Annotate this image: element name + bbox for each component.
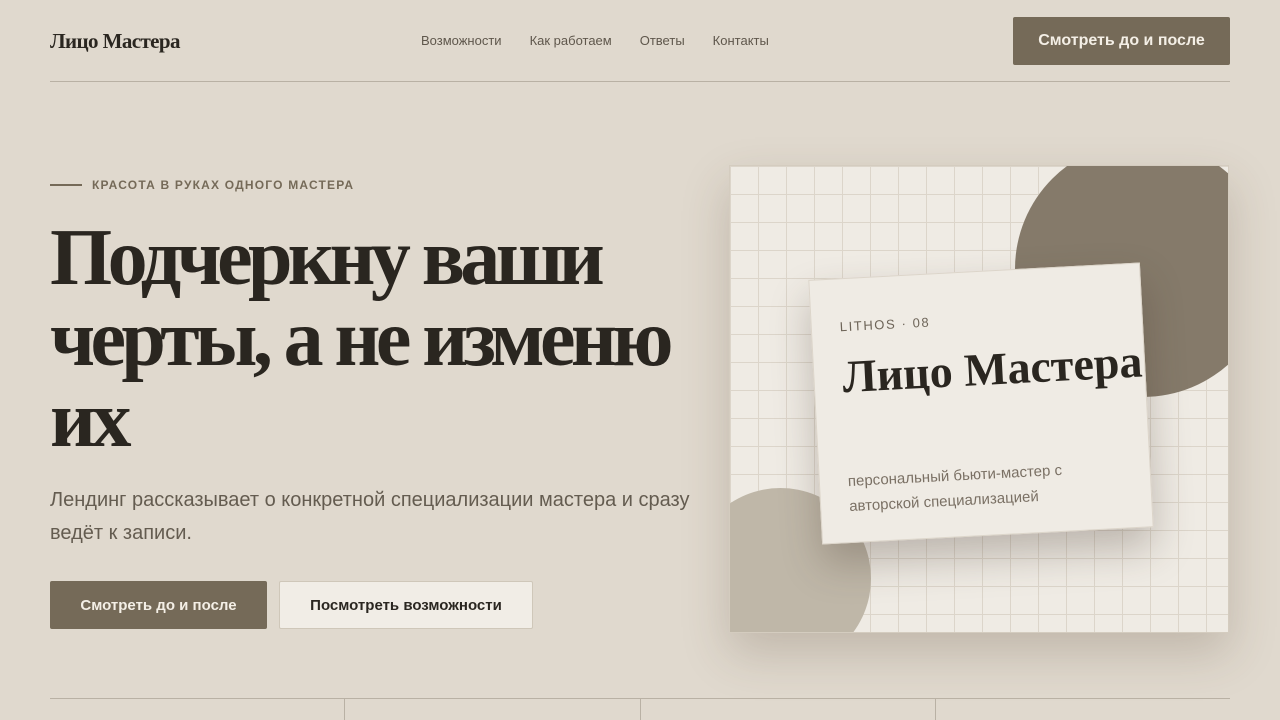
before-after-button[interactable]: Смотреть до и после	[50, 581, 267, 629]
eyebrow-line	[50, 184, 82, 186]
feature-cell	[936, 699, 1230, 720]
nav-link-contacts[interactable]: Контакты	[713, 33, 769, 48]
nav-link-how-we-work[interactable]: Как работаем	[530, 33, 612, 48]
eyebrow-text: КРАСОТА В РУКАХ ОДНОГО МАСТЕРА	[92, 178, 355, 192]
hero-visual: LITHOS · 08 Лицо Мастера персональный бь…	[729, 165, 1229, 633]
main-nav: Возможности Как работаем Ответы Контакты	[421, 33, 797, 48]
nav-link-answers[interactable]: Ответы	[640, 33, 685, 48]
hero-eyebrow: КРАСОТА В РУКАХ ОДНОГО МАСТЕРА	[50, 178, 354, 192]
nav-link-features[interactable]: Возможности	[421, 33, 502, 48]
feature-cell	[50, 699, 346, 720]
card-description: персональный бьюти-мастер с авторской сп…	[847, 461, 1063, 516]
brand-card: LITHOS · 08 Лицо Мастера персональный бь…	[808, 262, 1154, 545]
site-header: Лицо Мастера Возможности Как работаем От…	[50, 0, 1230, 82]
site-logo[interactable]: Лицо Мастера	[50, 29, 180, 54]
hero-subtitle: Лендинг рассказывает о конкретной специа…	[50, 489, 690, 544]
header-before-after-button[interactable]: Смотреть до и после	[1013, 17, 1230, 65]
feature-cell	[345, 699, 641, 720]
card-title: Лицо Мастера	[841, 335, 1144, 403]
features-strip	[50, 698, 1230, 720]
card-tag: LITHOS · 08	[839, 314, 931, 335]
feature-cell	[641, 699, 936, 720]
hero-title: Подчеркну ваши черты, а не изменю их	[50, 214, 674, 464]
view-features-button[interactable]: Посмотреть возможности	[279, 581, 533, 629]
